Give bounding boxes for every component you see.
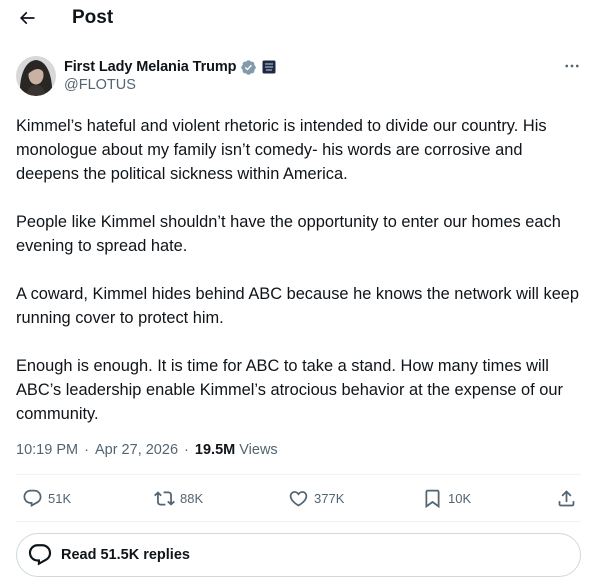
back-arrow-icon (19, 11, 35, 25)
tweet-meta: 10:19 PM · Apr 27, 2026 · 19.5M Views (16, 442, 278, 458)
reply-icon (23, 489, 42, 507)
more-button[interactable] (560, 56, 584, 76)
share-button[interactable] (556, 488, 577, 509)
tweet-paragraph: People like Kimmel shouldn’t have the op… (16, 213, 561, 255)
repost-button[interactable]: 88K (154, 488, 203, 509)
author-handle[interactable]: @FLOTUS (64, 77, 136, 93)
more-icon (565, 64, 579, 68)
author-name-row: First Lady Melania Trump (64, 57, 276, 77)
bookmark-icon (425, 489, 440, 509)
tweet-time[interactable]: 10:19 PM (16, 442, 78, 458)
tweet-date[interactable]: Apr 27, 2026 (95, 442, 178, 458)
bookmark-count: 10K (448, 491, 472, 506)
avatar-image (16, 56, 56, 96)
affiliation-icon[interactable] (262, 60, 276, 74)
like-count: 377K (314, 491, 345, 506)
speech-bubble-icon (28, 544, 52, 566)
views-label: Views (239, 442, 278, 458)
divider (16, 474, 581, 475)
tweet-paragraph: Enough is enough. It is time for ABC to … (16, 357, 563, 423)
bookmark-button[interactable]: 10K (422, 488, 471, 509)
tweet-text: Kimmel’s hateful and violent rhetoric is… (16, 114, 586, 426)
reply-count: 51K (48, 491, 72, 506)
views-count: 19.5M (194, 442, 236, 458)
like-icon (289, 491, 308, 507)
avatar[interactable] (16, 56, 56, 96)
repost-count: 88K (180, 491, 204, 506)
back-button[interactable] (14, 6, 40, 30)
tweet-paragraph: Kimmel’s hateful and violent rhetoric is… (16, 117, 547, 183)
repost-icon (154, 491, 175, 506)
verified-badge-icon[interactable] (240, 59, 257, 76)
author-name[interactable]: First Lady Melania Trump (64, 59, 237, 75)
page-title: Post (72, 7, 114, 28)
like-button[interactable]: 377K (288, 488, 344, 509)
read-replies-label: Read 51.5K replies (61, 547, 190, 563)
read-replies-button[interactable]: Read 51.5K replies (16, 533, 581, 577)
divider (16, 521, 581, 522)
tweet-paragraph: A coward, Kimmel hides behind ABC becaus… (16, 285, 580, 327)
share-icon (558, 490, 575, 507)
top-bar: Post (0, 0, 595, 36)
reply-button[interactable]: 51K (22, 488, 71, 509)
action-bar: 51K 88K 377K 10K (0, 485, 595, 515)
